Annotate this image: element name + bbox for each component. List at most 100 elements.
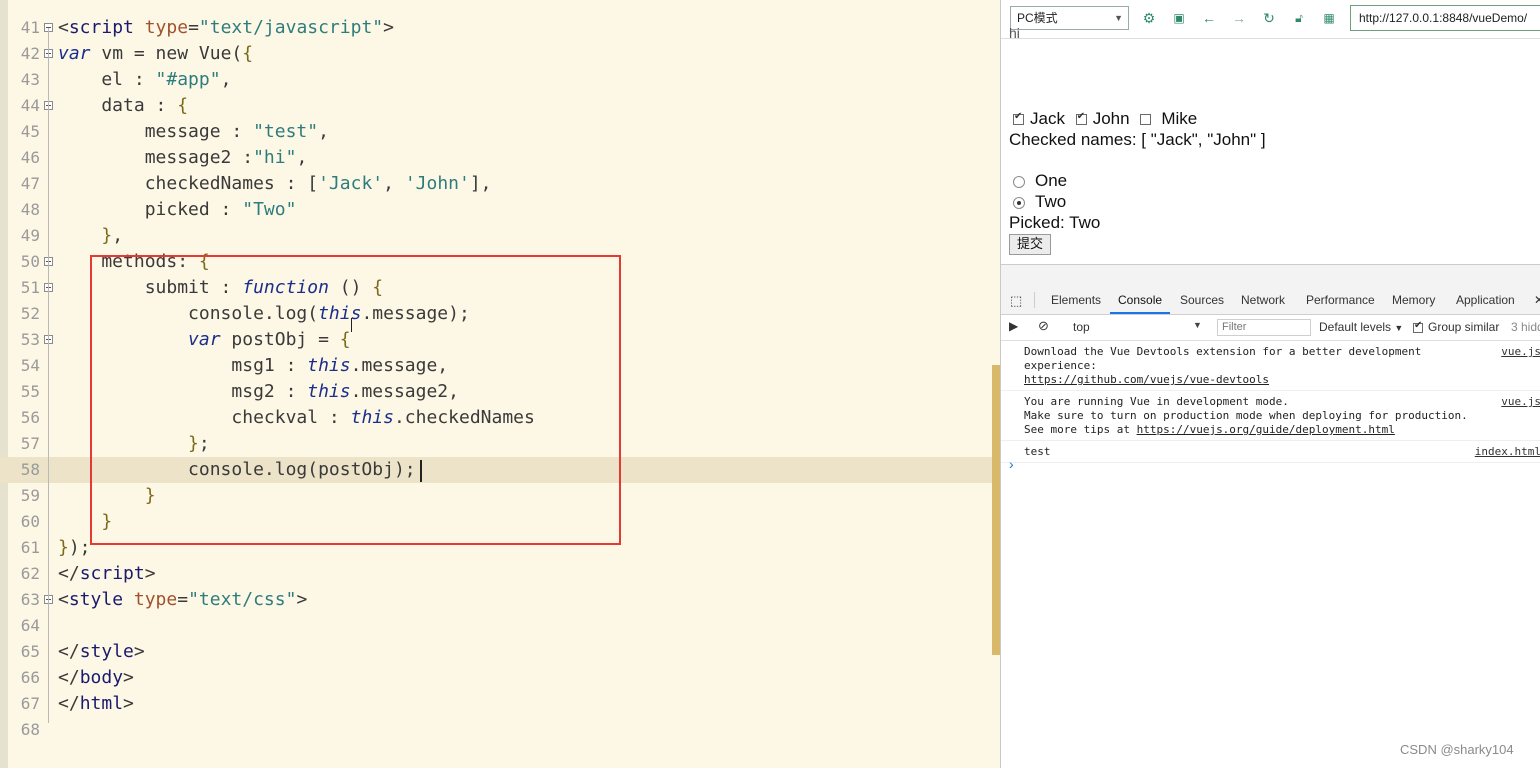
code-line[interactable]: 49 }, xyxy=(0,223,992,249)
code-line[interactable]: 64 xyxy=(0,613,992,639)
message-source-link[interactable]: vue.js xyxy=(1501,345,1540,359)
url-input[interactable]: http://127.0.0.1:8848/vueDemo/ xyxy=(1350,5,1540,31)
mode-select[interactable]: PC模式 ▼ xyxy=(1010,6,1129,30)
code-line[interactable]: 53 var postObj = { xyxy=(0,327,992,353)
tab-memory[interactable]: Memory xyxy=(1392,293,1435,307)
sidebar-toggle-icon[interactable]: ▶︎ xyxy=(1009,319,1018,333)
code-line[interactable]: 66 </body> xyxy=(0,665,992,691)
reload-icon[interactable]: ↻ xyxy=(1260,9,1278,27)
code-token: style xyxy=(68,589,134,610)
inspect-element-icon[interactable]: ⬚ xyxy=(1010,293,1022,309)
code-text: } xyxy=(58,483,156,509)
group-similar-checkbox[interactable] xyxy=(1413,320,1423,333)
code-line[interactable]: 68 xyxy=(0,717,992,743)
code-line[interactable]: 67 </html> xyxy=(0,691,992,717)
code-line[interactable]: 51 submit : function () { xyxy=(0,275,992,301)
code-line[interactable]: 63 <style type="text/css"> xyxy=(0,587,992,613)
back-arrow-icon[interactable]: ← xyxy=(1200,9,1218,27)
close-icon[interactable]: ✕ xyxy=(1534,293,1540,307)
code-token: "text/javascript" xyxy=(198,17,384,38)
clear-console-icon[interactable]: ⊘ xyxy=(1038,318,1049,334)
checkbox-mike[interactable]: Mike xyxy=(1140,109,1197,128)
message-line: Download the Vue Devtools extension for … xyxy=(1024,345,1422,358)
tab-network[interactable]: Network xyxy=(1241,293,1285,307)
radio-button[interactable] xyxy=(1013,175,1025,188)
code-text: }; xyxy=(58,431,210,457)
console-message: Download the Vue Devtools extension for … xyxy=(1001,341,1540,391)
radio-button[interactable] xyxy=(1013,196,1025,209)
code-line[interactable]: 54 msg1 : this.message, xyxy=(0,353,992,379)
message-link[interactable]: https://github.com/vuejs/vue-devtools xyxy=(1024,373,1269,386)
checkbox-box[interactable] xyxy=(1075,111,1087,126)
chevron-down-icon[interactable]: ▼ xyxy=(1193,320,1202,330)
code-line[interactable]: 61}); xyxy=(0,535,992,561)
group-similar-toggle[interactable]: Group similar xyxy=(1413,320,1499,334)
line-number: 41 xyxy=(20,18,40,37)
code-line[interactable]: 59 } xyxy=(0,483,992,509)
code-line[interactable]: 52 console.log(this.message); xyxy=(0,301,992,327)
code-token: { xyxy=(198,251,210,272)
code-text: data : { xyxy=(58,93,188,119)
code-line[interactable]: 50 methods: { xyxy=(0,249,992,275)
log-levels-dropdown[interactable]: Default levels ▼ xyxy=(1319,320,1403,334)
lock-icon[interactable]: 🔓︎ xyxy=(1290,9,1308,27)
devtools-resize-bar[interactable] xyxy=(1001,264,1540,288)
code-token: submit : xyxy=(58,277,243,298)
code-token: < xyxy=(58,17,69,38)
code-line[interactable]: 57 }; xyxy=(0,431,992,457)
forward-arrow-icon[interactable]: → xyxy=(1230,9,1248,27)
context-select[interactable]: top xyxy=(1073,320,1090,334)
code-line[interactable]: 46 message2 :"hi", xyxy=(0,145,992,171)
tab-console[interactable]: Console xyxy=(1109,293,1171,314)
code-line[interactable]: 56 checkval : this.checkedNames xyxy=(0,405,992,431)
checkbox-box[interactable] xyxy=(1140,114,1152,126)
checkbox-box[interactable] xyxy=(1013,111,1024,126)
code-line[interactable]: 42 var vm = new Vue({ xyxy=(0,41,992,67)
message-line: Make sure to turn on production mode whe… xyxy=(1024,409,1468,422)
code-line[interactable]: 62 </script> xyxy=(0,561,992,587)
radio-two[interactable]: Two xyxy=(1013,192,1066,212)
tab-performance[interactable]: Performance xyxy=(1306,293,1375,307)
line-number: 57 xyxy=(20,434,40,453)
code-line[interactable]: 41 <script type="text/javascript"> xyxy=(0,15,992,41)
code-line[interactable]: 47 checkedNames : ['Jack', 'John'], xyxy=(0,171,992,197)
tab-application[interactable]: Application xyxy=(1456,293,1515,307)
code-line[interactable]: 60 } xyxy=(0,509,992,535)
code-line[interactable]: 45 message : "test", xyxy=(0,119,992,145)
checkbox-jack[interactable]: Jack xyxy=(1013,109,1065,128)
line-number: 42 xyxy=(20,44,40,63)
code-token: "test" xyxy=(253,121,319,142)
settings-icon[interactable]: ⚙ xyxy=(1140,9,1158,27)
tab-elements[interactable]: Elements xyxy=(1051,293,1101,307)
console-message: You are running Vue in development mode.… xyxy=(1001,391,1540,441)
code-line[interactable]: 44 data : { xyxy=(0,93,992,119)
code-editor[interactable]: 41 <script type="text/javascript"> 42 var v… xyxy=(0,0,1000,768)
code-line-current[interactable]: 58 console.log(postObj); xyxy=(0,457,992,483)
editor-scrollbar[interactable] xyxy=(992,365,1000,655)
code-token: .checkedNames xyxy=(393,407,535,428)
code-token: function xyxy=(242,277,329,298)
code-line[interactable]: 48 picked : "Two" xyxy=(0,197,992,223)
message-source-link[interactable]: index.html xyxy=(1475,445,1540,459)
code-token: msg2 : xyxy=(58,381,308,402)
console-prompt-icon[interactable]: › xyxy=(1009,456,1014,472)
chevron-down-icon: ▼ xyxy=(1114,13,1123,23)
code-text: } xyxy=(58,509,112,535)
tab-sources[interactable]: Sources xyxy=(1180,293,1224,307)
code-line[interactable]: 43 el : "#app", xyxy=(0,67,992,93)
code-token: } xyxy=(101,511,113,532)
checkbox-john[interactable]: John xyxy=(1075,109,1130,128)
submit-button[interactable]: 提交 xyxy=(1009,234,1051,255)
message-source-link[interactable]: vue.js xyxy=(1501,395,1540,409)
message-link[interactable]: https://vuejs.org/guide/deployment.html xyxy=(1137,423,1395,436)
code-line[interactable]: 55 msg2 : this.message2, xyxy=(0,379,992,405)
code-token: checkedNames : [ xyxy=(58,173,319,194)
filter-input[interactable]: Filter xyxy=(1217,319,1311,336)
radio-one[interactable]: One xyxy=(1013,171,1067,191)
code-text: }); xyxy=(58,535,91,561)
code-token: </ xyxy=(58,641,80,662)
grid-icon[interactable]: ▦ xyxy=(1320,9,1338,27)
terminal-icon[interactable]: ▣ xyxy=(1170,9,1188,27)
code-line[interactable]: 65 </style> xyxy=(0,639,992,665)
code-token: "Two" xyxy=(242,199,297,220)
